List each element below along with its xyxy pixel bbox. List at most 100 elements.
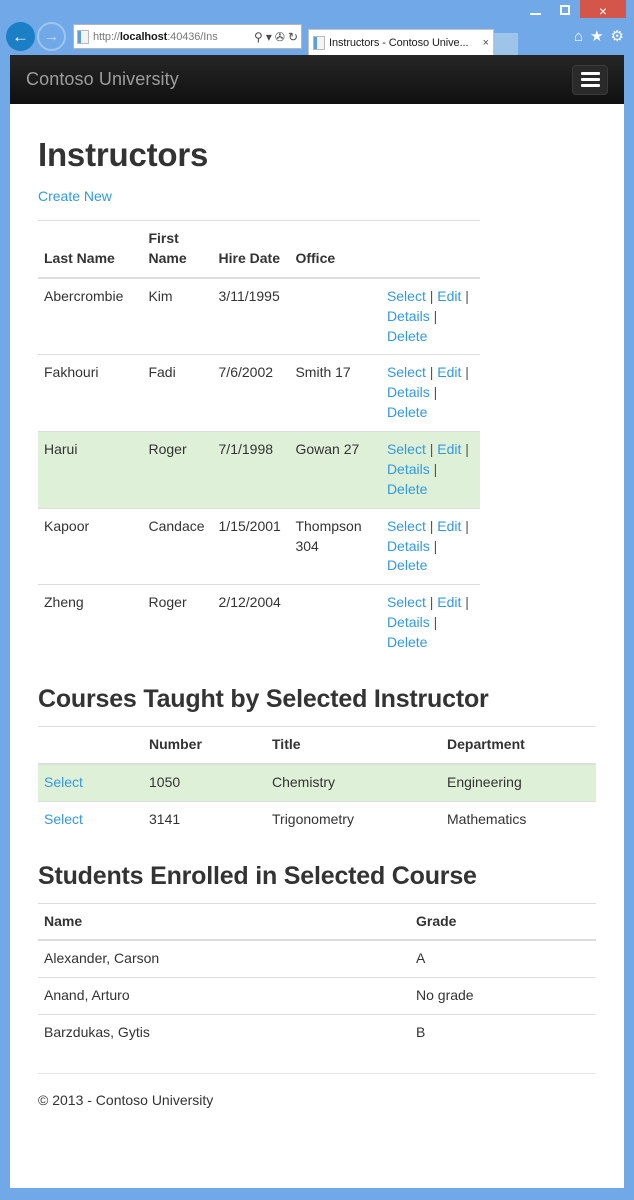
- site-brand[interactable]: Contoso University: [26, 69, 179, 90]
- cell-actions: Select | Edit | Details | Delete: [380, 354, 480, 432]
- cell-grade: No grade: [410, 977, 596, 1015]
- cell-actions: Select | Edit | Details | Delete: [380, 277, 480, 355]
- search-icon[interactable]: ⚲: [254, 30, 263, 44]
- cell-office: Gowan 27: [289, 431, 381, 509]
- page-footer: © 2013 - Contoso University: [38, 1073, 596, 1108]
- cell-last-name: Harui: [38, 431, 143, 509]
- settings-gear-icon[interactable]: ⚙: [611, 29, 624, 44]
- separator: |: [429, 594, 434, 611]
- cell-select: Select: [38, 800, 143, 838]
- cell-department: Mathematics: [441, 800, 596, 838]
- separator: |: [433, 384, 438, 401]
- cell-last-name: Zheng: [38, 584, 143, 661]
- separator: |: [465, 287, 469, 304]
- separator: |: [433, 614, 438, 631]
- navbar-toggle-button[interactable]: [572, 64, 608, 95]
- cell-actions: Select | Edit | Details | Delete: [380, 507, 480, 585]
- cell-student-name: Barzdukas, Gytis: [38, 1014, 410, 1051]
- instructors-table: Last Name First Name Hire Date Office Ab…: [38, 219, 480, 661]
- separator: |: [433, 307, 438, 324]
- refresh-icon[interactable]: ↻: [288, 30, 298, 44]
- chevron-down-icon[interactable]: ▾: [266, 30, 272, 44]
- separator: |: [429, 364, 434, 381]
- instructors-table-body: Abercrombie Kim 3/11/1995 Select | Edit …: [38, 277, 480, 661]
- cell-select: Select: [38, 763, 143, 802]
- window-frame-left: [0, 0, 10, 1200]
- tab-favicon-icon: [313, 35, 325, 50]
- delete-link[interactable]: Delete: [387, 481, 427, 497]
- table-header-row: Number Title Department: [38, 725, 596, 765]
- new-tab-button[interactable]: [494, 33, 518, 55]
- details-link[interactable]: Details: [387, 384, 430, 400]
- hamburger-bar-icon: [580, 78, 600, 81]
- details-link[interactable]: Details: [387, 614, 430, 630]
- create-new-link[interactable]: Create New: [38, 188, 112, 204]
- select-link[interactable]: Select: [387, 594, 426, 610]
- table-row[interactable]: Kapoor Candace 1/15/2001 Thompson 304 Se…: [38, 507, 480, 585]
- students-section-title: Students Enrolled in Selected Course: [38, 861, 477, 890]
- edit-link[interactable]: Edit: [437, 518, 461, 534]
- table-row[interactable]: Fakhouri Fadi 7/6/2002 Smith 17 Select |…: [38, 354, 480, 432]
- cell-student-name: Anand, Arturo: [38, 977, 410, 1015]
- favorites-star-icon[interactable]: ★: [590, 29, 603, 44]
- table-row-selected[interactable]: Select 1050 Chemistry Engineering: [38, 763, 596, 802]
- select-link[interactable]: Select: [387, 441, 426, 457]
- delete-link[interactable]: Delete: [387, 634, 427, 650]
- back-button[interactable]: ←: [6, 22, 35, 51]
- page-container: Instructors Create New Last Name First N…: [10, 136, 624, 1108]
- cell-hire-date: 3/11/1995: [212, 277, 290, 355]
- table-row-selected[interactable]: Harui Roger 7/1/1998 Gowan 27 Select | E…: [38, 431, 480, 509]
- select-link[interactable]: Select: [44, 811, 83, 827]
- edit-link[interactable]: Edit: [437, 288, 461, 304]
- details-link[interactable]: Details: [387, 461, 430, 477]
- cell-last-name: Fakhouri: [38, 354, 143, 432]
- delete-link[interactable]: Delete: [387, 557, 427, 573]
- url-text: http://localhost:40436/Ins: [93, 30, 218, 43]
- cell-hire-date: 1/15/2001: [212, 507, 290, 585]
- window-frame-right: [624, 0, 634, 1200]
- home-icon[interactable]: ⌂: [574, 29, 583, 44]
- cell-actions: Select | Edit | Details | Delete: [380, 431, 480, 509]
- maximize-button[interactable]: [550, 0, 580, 20]
- students-table-body: Alexander, Carson A Anand, Arturo No gra…: [38, 939, 596, 1051]
- select-link[interactable]: Select: [387, 288, 426, 304]
- select-link[interactable]: Select: [44, 774, 83, 790]
- address-bar[interactable]: http://localhost:40436/Ins ⚲ ▾ ✇ ↻: [73, 24, 302, 49]
- separator: |: [429, 287, 434, 304]
- column-header-hire-date: Hire Date: [212, 219, 290, 279]
- details-link[interactable]: Details: [387, 538, 430, 554]
- edit-link[interactable]: Edit: [437, 364, 461, 380]
- edit-link[interactable]: Edit: [437, 594, 461, 610]
- tab-title: Instructors - Contoso Unive...: [329, 36, 469, 49]
- courses-section-title: Courses Taught by Selected Instructor: [38, 684, 489, 713]
- table-row[interactable]: Select 3141 Trigonometry Mathematics: [38, 800, 596, 838]
- delete-link[interactable]: Delete: [387, 404, 427, 420]
- page-title: Instructors: [38, 136, 209, 173]
- courses-table: Number Title Department Select 1050 Chem…: [38, 725, 596, 838]
- column-header-title: Title: [266, 725, 441, 765]
- table-row[interactable]: Abercrombie Kim 3/11/1995 Select | Edit …: [38, 277, 480, 355]
- details-link[interactable]: Details: [387, 308, 430, 324]
- cell-number: 3141: [143, 800, 266, 838]
- delete-link[interactable]: Delete: [387, 328, 427, 344]
- separator: |: [433, 537, 438, 554]
- browser-tab[interactable]: Instructors - Contoso Unive... ×: [308, 29, 494, 55]
- separator: |: [465, 441, 469, 457]
- column-header-last-name: Last Name: [38, 219, 143, 279]
- forward-button[interactable]: →: [37, 22, 66, 51]
- hamburger-bar-icon: [580, 84, 600, 87]
- page-favicon-icon: [77, 29, 89, 44]
- tab-close-icon[interactable]: ×: [483, 37, 489, 49]
- edit-link[interactable]: Edit: [437, 441, 461, 457]
- separator: |: [465, 594, 469, 611]
- table-row[interactable]: Zheng Roger 2/12/2004 Select | Edit | De…: [38, 584, 480, 661]
- cell-first-name: Roger: [142, 431, 213, 509]
- forward-arrow-icon: →: [44, 28, 59, 45]
- select-link[interactable]: Select: [387, 518, 426, 534]
- select-link[interactable]: Select: [387, 364, 426, 380]
- page-viewport: Contoso University Instructors Create Ne…: [10, 55, 624, 1188]
- compatibility-view-icon[interactable]: ✇: [275, 30, 285, 44]
- column-header-select: [38, 725, 143, 765]
- cell-office: Smith 17: [289, 354, 381, 432]
- minimize-button[interactable]: [520, 0, 550, 20]
